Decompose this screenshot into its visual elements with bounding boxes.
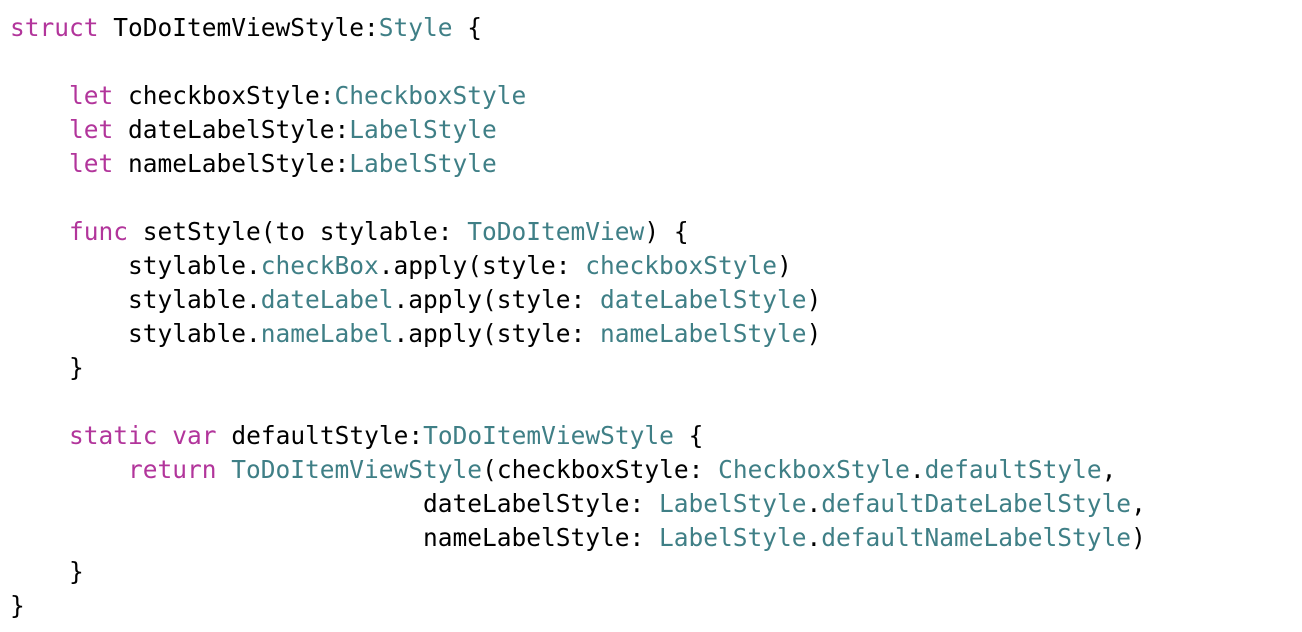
code-token: dateLabelStyle: [10, 489, 660, 518]
code-line: } [10, 555, 1146, 589]
code-token: . [806, 523, 822, 552]
type-token: CheckboxStyle [334, 81, 527, 110]
code-token: } [10, 557, 84, 586]
type-token: ToDoItemView [467, 217, 645, 246]
keyword-token: return [128, 455, 217, 484]
keyword-token: var [172, 421, 217, 450]
code-line: stylable.dateLabel.apply(style: dateLabe… [10, 283, 1146, 317]
type-token: checkBox [260, 251, 379, 280]
type-token: LabelStyle [659, 523, 807, 552]
type-token: nameLabelStyle [600, 319, 807, 348]
code-token: stylable. [10, 285, 261, 314]
code-line: let checkboxStyle:CheckboxStyle [10, 79, 1146, 113]
code-line: let nameLabelStyle:LabelStyle [10, 147, 1146, 181]
type-token: LabelStyle [349, 149, 497, 178]
code-line: static var defaultStyle:ToDoItemViewStyl… [10, 419, 1146, 453]
type-token: dateLabel [260, 285, 394, 314]
code-token: setStyle(to stylable: [128, 217, 468, 246]
keyword-token: let [69, 115, 114, 144]
code-token: } [10, 353, 84, 382]
code-line: stylable.nameLabel.apply(style: nameLabe… [10, 317, 1146, 351]
code-line: } [10, 351, 1146, 385]
code-token: ) [777, 251, 792, 280]
code-token: } [10, 591, 25, 620]
type-token: defaultNameLabelStyle [821, 523, 1132, 552]
code-line: struct ToDoItemViewStyle:Style { [10, 11, 1146, 45]
type-token: LabelStyle [659, 489, 807, 518]
code-token: , [1101, 455, 1117, 484]
keyword-token: static [69, 421, 158, 450]
code-token: .apply(style: [378, 251, 586, 280]
code-token: ) { [644, 217, 689, 246]
code-line: dateLabelStyle: LabelStyle.defaultDateLa… [10, 487, 1146, 521]
code-token: { [452, 13, 483, 42]
code-token: ToDoItemViewStyle: [98, 13, 379, 42]
code-line: let dateLabelStyle:LabelStyle [10, 113, 1146, 147]
code-token: stylable. [10, 319, 261, 348]
keyword-token: let [69, 81, 114, 110]
code-token: nameLabelStyle: [113, 149, 350, 178]
type-token: defaultDateLabelStyle [821, 489, 1132, 518]
code-token: checkboxStyle: [113, 81, 335, 110]
code-token: { [673, 421, 704, 450]
keyword-token: func [69, 217, 129, 246]
type-token: ToDoItemViewStyle [423, 421, 674, 450]
code-token: , [1131, 489, 1146, 518]
code-token: .apply(style: [393, 319, 601, 348]
code-token: stylable. [10, 251, 261, 280]
code-token: dateLabelStyle: [113, 115, 350, 144]
code-line: stylable.checkBox.apply(style: checkboxS… [10, 249, 1146, 283]
code-token: ) [806, 319, 822, 348]
code-token: ) [806, 285, 822, 314]
code-line: func setStyle(to stylable: ToDoItemView)… [10, 215, 1146, 249]
keyword-token: struct [10, 13, 99, 42]
code-token: ) [1131, 523, 1146, 552]
code-token: nameLabelStyle: [10, 523, 660, 552]
code-line: return ToDoItemViewStyle(checkboxStyle: … [10, 453, 1146, 487]
keyword-token: let [69, 149, 114, 178]
code-token: .apply(style: [393, 285, 601, 314]
type-token: dateLabelStyle [600, 285, 807, 314]
code-token: (checkboxStyle: [482, 455, 719, 484]
code-line: } [10, 589, 1146, 623]
type-token: defaultStyle [924, 455, 1102, 484]
type-token: checkboxStyle [585, 251, 778, 280]
code-line: nameLabelStyle: LabelStyle.defaultNameLa… [10, 521, 1146, 555]
code-editor[interactable]: struct ToDoItemViewStyle:Style { let che… [10, 11, 1146, 623]
type-token: LabelStyle [349, 115, 497, 144]
type-token: nameLabel [260, 319, 394, 348]
code-token: . [806, 489, 822, 518]
type-token: ToDoItemViewStyle [231, 455, 483, 484]
type-token: CheckboxStyle [718, 455, 910, 484]
code-token: defaultStyle: [216, 421, 424, 450]
type-token: Style [378, 13, 453, 42]
code-token: . [909, 455, 925, 484]
